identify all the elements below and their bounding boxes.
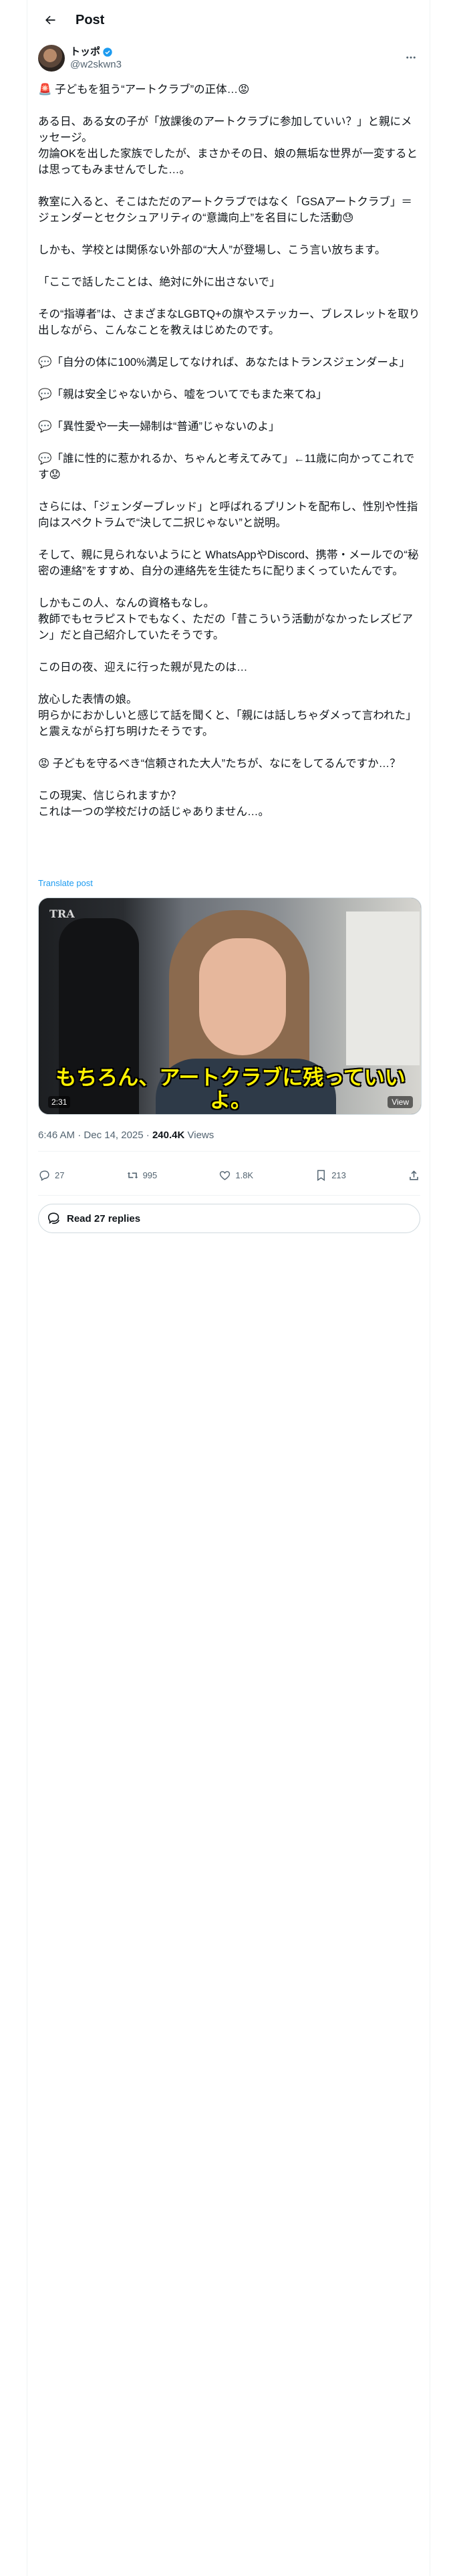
video-subtitle: もちろん、アートクラブに残っていいよ。 xyxy=(55,1066,406,1113)
repost-button[interactable]: 995 xyxy=(126,1169,158,1182)
read-replies-button[interactable]: Read 27 replies xyxy=(38,1204,420,1233)
video-channel-logo: TRA xyxy=(49,907,75,920)
author-names: トッポ @w2skwn3 xyxy=(70,45,122,71)
arrow-left-icon xyxy=(45,15,55,25)
translate-post-link[interactable]: Translate post xyxy=(38,878,93,888)
meta-separator: · xyxy=(146,1130,152,1141)
divider xyxy=(38,1151,420,1152)
author-display-name-row[interactable]: トッポ xyxy=(70,45,122,58)
post-paragraph: 🚨 子どもを狙う“アートクラブ”の正体…😡 xyxy=(38,84,250,96)
post-paragraph: 教室に入ると、そこはただのアートクラブではなく「GSAアートクラブ」＝ジェンダー… xyxy=(38,196,412,224)
post-text: 🚨 子どもを狙う“アートクラブ”の正体…😡 ある日、ある女の子が「放課後のアート… xyxy=(38,82,422,820)
read-replies-label: Read 27 replies xyxy=(67,1212,141,1224)
more-options-button[interactable] xyxy=(402,48,420,67)
post-paragraph: 😡 子どもを守るべき“信頼された大人”たちが、なにをしてるんですか…？ xyxy=(38,758,401,770)
divider xyxy=(38,1195,420,1196)
back-button[interactable] xyxy=(37,7,63,33)
post-paragraph: 「ここで話したことは、絶対に外に出さないで」 xyxy=(38,276,281,288)
reply-button[interactable]: 27 xyxy=(38,1169,64,1182)
meta-separator: · xyxy=(78,1130,84,1141)
author-handle[interactable]: @w2skwn3 xyxy=(70,58,122,71)
reply-icon xyxy=(39,1170,49,1181)
post-paragraph: さらには、「ジェンダーブレッド」と呼ばれるプリントを配布し、性別や性指向はスペク… xyxy=(38,501,418,529)
more-horizontal-icon xyxy=(406,56,416,59)
post-paragraph: 💬「誰に性的に惹かれるか、ちゃんと考えてみて」←11歳に向かってこれです😟 xyxy=(38,453,415,481)
video-window xyxy=(346,911,420,1065)
post-meta: 6:46 AM · Dec 14, 2025 · 240.4K Views xyxy=(38,1130,214,1141)
video-person-face xyxy=(199,938,286,1055)
video-player[interactable]: TRA もちろん、アートクラブに残っていいよ。 2:31 View xyxy=(38,897,422,1115)
post-paragraph: 💬「親は安全じゃないから、嘘をついてでもまた来てね」 xyxy=(38,389,327,401)
heart-icon xyxy=(220,1170,231,1180)
reply-count: 27 xyxy=(55,1170,65,1180)
share-button[interactable] xyxy=(408,1169,420,1182)
main-column: Post トッポ @w2skwn3 🚨 子どもを狙う“アートクラブ”の正体…😡 … xyxy=(27,0,430,2576)
post-time[interactable]: 6:46 AM xyxy=(38,1130,75,1141)
post-paragraph: 放心した表情の娘。 明らかにおかしいと感じて話を聞くと、「親には話しちゃダメって… xyxy=(38,693,417,738)
verified-badge-icon xyxy=(103,47,112,57)
post-paragraph: ある日、ある女の子が「放課後のアートクラブに参加していい？」と親にメッセージ。 … xyxy=(38,116,418,176)
views-label: Views xyxy=(187,1130,214,1141)
post-date[interactable]: Dec 14, 2025 xyxy=(84,1130,143,1141)
action-bar: 27 995 1.8K 213 xyxy=(38,1159,420,1191)
repost-icon xyxy=(127,1172,138,1178)
post-paragraph: 💬「異性愛や一夫一婦制は“普通”じゃないのよ」 xyxy=(38,421,280,433)
post-paragraph: そして、親に見られないようにと WhatsAppやDiscord、携帯・メールで… xyxy=(38,549,419,577)
post-paragraph: この現実、信じられますか？ これは一つの学校だけの話じゃありません…。 xyxy=(38,790,270,818)
like-count: 1.8K xyxy=(235,1170,254,1180)
post-paragraph: この日の夜、迎えに行った親が見たのは… xyxy=(38,661,248,673)
video-duration: 2:31 xyxy=(48,1096,71,1108)
author-row: トッポ @w2skwn3 xyxy=(38,43,420,74)
bookmark-icon xyxy=(317,1170,325,1181)
video-view-label: View xyxy=(388,1096,413,1108)
post-paragraph: しかも、学校とは関係ない外部の“大人”が登場し、こう言い放ちます。 xyxy=(38,244,386,256)
views-count: 240.4K xyxy=(152,1130,185,1141)
avatar[interactable] xyxy=(38,45,65,72)
repost-count: 995 xyxy=(142,1170,158,1180)
page-title: Post xyxy=(76,12,105,27)
bookmark-button[interactable]: 213 xyxy=(315,1169,346,1182)
like-button[interactable]: 1.8K xyxy=(218,1169,253,1182)
share-icon xyxy=(410,1170,418,1180)
post-paragraph: 💬「自分の体に100%満足してなければ、あなたはトランスジェンダーよ」 xyxy=(38,356,410,368)
bookmark-count: 213 xyxy=(331,1170,346,1180)
post-paragraph: しかもこの人、なんの資格もなし。 教師でもセラピストでもなく、ただの「昔こういう… xyxy=(38,597,413,641)
replies-icon xyxy=(47,1212,59,1224)
top-bar: Post xyxy=(27,0,431,40)
post-paragraph: その“指導者”は、さまざまなLGBTQ+の旗やステッカー、ブレスレットを取り出し… xyxy=(38,308,420,336)
author-display-name[interactable]: トッポ xyxy=(70,45,100,58)
